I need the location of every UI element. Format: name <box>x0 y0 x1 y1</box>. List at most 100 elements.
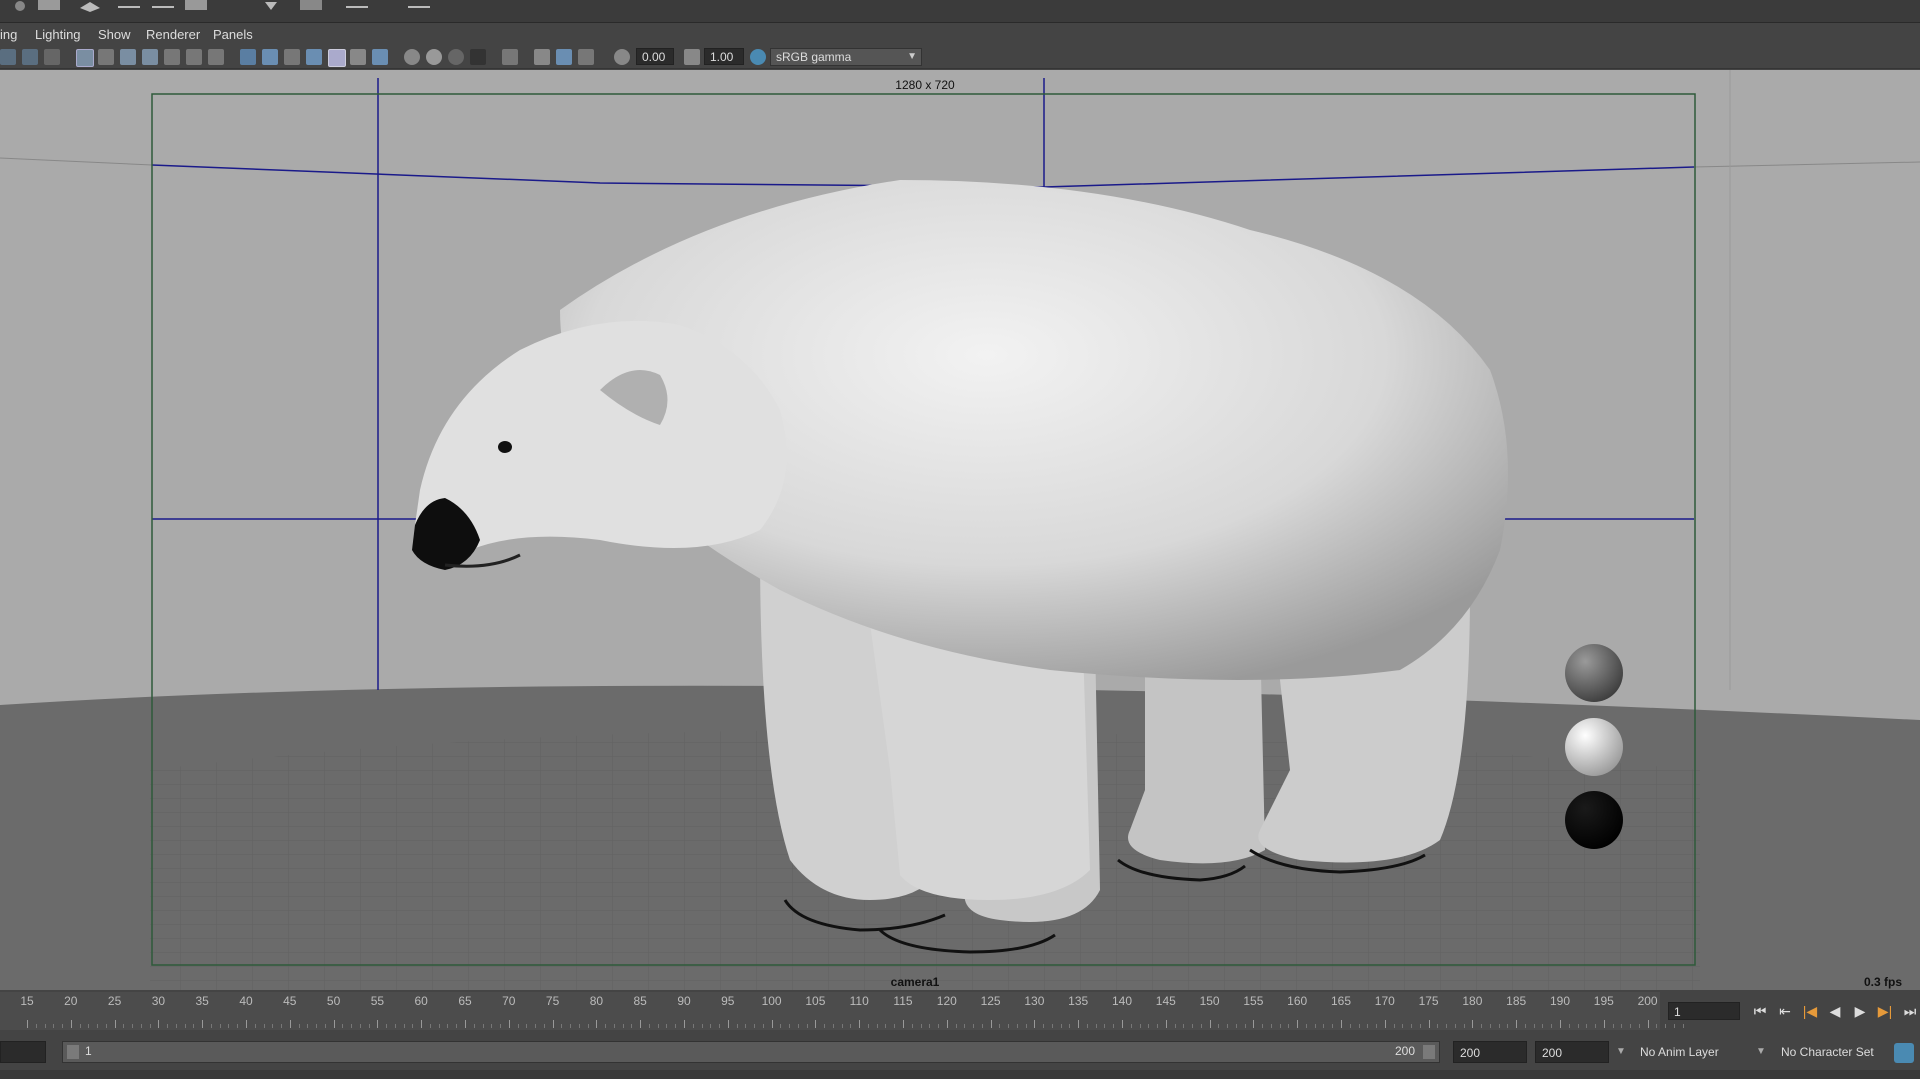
range-start-label: 1 <box>85 1044 92 1058</box>
shelf-plane-icon[interactable] <box>80 2 100 12</box>
exposure-field[interactable]: 0.00 <box>636 48 674 65</box>
time-tick <box>1262 1024 1264 1028</box>
time-tick <box>938 1024 940 1028</box>
view-transform-label: sRGB gamma <box>776 50 852 64</box>
bookmarks-icon[interactable] <box>44 49 60 65</box>
time-tick-label: 130 <box>1024 994 1045 1008</box>
range-start-handle[interactable] <box>67 1045 79 1059</box>
chevron-down-icon[interactable]: ▼ <box>1754 1041 1768 1063</box>
default-material-icon[interactable] <box>284 49 300 65</box>
time-tick <box>254 1024 256 1028</box>
time-tick <box>298 1024 300 1028</box>
time-tick <box>911 1024 913 1028</box>
film-gate-icon[interactable] <box>98 49 114 65</box>
time-tick <box>587 1024 589 1028</box>
wireframe-on-shaded-icon[interactable] <box>306 49 322 65</box>
menu-shading[interactable]: ing <box>0 27 17 42</box>
panel-menubar: ing Lighting Show Renderer Panels <box>0 24 1920 46</box>
shelf-cube-icon[interactable] <box>38 0 60 10</box>
menu-renderer[interactable]: Renderer <box>146 27 200 42</box>
wireframe-icon[interactable] <box>240 49 256 65</box>
time-tick <box>62 1024 64 1028</box>
time-tick <box>1419 1024 1421 1028</box>
time-tick <box>1183 1024 1185 1028</box>
gamma-field[interactable]: 1.00 <box>704 48 744 65</box>
viewport-panel[interactable]: 1280 x 720 camera1 0.3 fps <box>0 70 1920 990</box>
current-frame-field[interactable]: 1 <box>1668 1002 1740 1020</box>
safe-action-icon[interactable] <box>186 49 202 65</box>
menu-panels[interactable]: Panels <box>213 27 253 42</box>
shadows-icon[interactable] <box>372 49 388 65</box>
preferences-icon[interactable] <box>1894 1043 1914 1063</box>
xray-icon[interactable] <box>534 49 550 65</box>
textured-icon[interactable] <box>328 49 346 67</box>
field-chart-icon[interactable] <box>164 49 180 65</box>
time-tick <box>841 1024 843 1028</box>
time-tick <box>727 1020 729 1028</box>
shelf-line-icon[interactable] <box>152 6 174 8</box>
grid-icon[interactable] <box>76 49 94 67</box>
time-tick <box>202 1020 204 1028</box>
time-tick <box>1428 1020 1430 1028</box>
gate-mask-icon[interactable] <box>142 49 158 65</box>
safe-title-icon[interactable] <box>208 49 224 65</box>
time-tick <box>1253 1020 1255 1028</box>
shelf-deform-icon[interactable] <box>300 0 322 10</box>
xray-active-icon[interactable] <box>556 49 572 65</box>
isolate-select-icon[interactable] <box>502 49 518 65</box>
play-forwards-icon[interactable]: ▶ <box>1850 1001 1870 1021</box>
shelf-line-icon[interactable] <box>118 6 140 8</box>
anti-aliasing-icon[interactable] <box>448 49 464 65</box>
shelf-icons[interactable] <box>0 0 440 16</box>
time-tick <box>1043 1024 1045 1028</box>
step-forward-key-icon[interactable]: ▶| <box>1875 1001 1895 1021</box>
depth-of-field-icon[interactable] <box>470 49 486 65</box>
time-tick <box>964 1024 966 1028</box>
time-tick <box>719 1024 721 1028</box>
character-set-select[interactable]: No Character Set <box>1781 1041 1874 1063</box>
menu-lighting[interactable]: Lighting <box>35 27 81 42</box>
time-tick-label: 160 <box>1287 994 1308 1008</box>
go-to-start-icon[interactable]: ⏮ <box>1750 1001 1770 1021</box>
menu-show[interactable]: Show <box>98 27 131 42</box>
range-end-handle[interactable] <box>1423 1045 1435 1059</box>
time-tick <box>990 1020 992 1028</box>
shelf-sculpt-icon[interactable] <box>185 0 207 10</box>
go-to-end-icon[interactable]: ⏭ <box>1900 1001 1920 1021</box>
shelf-tool-icon[interactable] <box>15 1 25 11</box>
anim-layer-select[interactable]: No Anim Layer <box>1640 1041 1719 1063</box>
shelf-line-icon[interactable] <box>408 6 430 8</box>
chevron-down-icon[interactable]: ▼ <box>1614 1041 1628 1063</box>
color-management-icon[interactable] <box>750 49 766 65</box>
time-tick <box>1516 1020 1518 1028</box>
time-tick <box>1367 1024 1369 1028</box>
exposure-icon[interactable] <box>614 49 630 65</box>
step-back-key-icon[interactable]: |◀ <box>1800 1001 1820 1021</box>
use-all-lights-icon[interactable] <box>350 49 366 65</box>
animation-end-field[interactable]: 200 <box>1535 1041 1609 1063</box>
playback-end-field[interactable]: 200 <box>1453 1041 1527 1063</box>
time-tick <box>105 1024 107 1028</box>
animation-start-field[interactable] <box>0 1041 46 1063</box>
select-camera-icon[interactable] <box>0 49 16 65</box>
camera-attributes-icon[interactable] <box>22 49 38 65</box>
play-backwards-icon[interactable]: ◀ <box>1825 1001 1845 1021</box>
time-tick <box>456 1024 458 1028</box>
time-tick <box>386 1024 388 1028</box>
shelf-line-icon[interactable] <box>346 6 368 8</box>
range-slider[interactable]: 1 200 <box>62 1041 1440 1063</box>
xray-joints-icon[interactable] <box>578 49 594 65</box>
resolution-gate-icon[interactable] <box>120 49 136 65</box>
smooth-shade-icon[interactable] <box>262 49 278 65</box>
gamma-icon[interactable] <box>684 49 700 65</box>
time-tick <box>447 1024 449 1028</box>
screen-space-ao-icon[interactable] <box>404 49 420 65</box>
fps-readout: 0.3 fps <box>1863 975 1902 989</box>
view-transform-select[interactable]: sRGB gamma ▼ <box>770 48 922 66</box>
motion-blur-icon[interactable] <box>426 49 442 65</box>
step-back-frame-icon[interactable]: ⇤ <box>1775 1001 1795 1021</box>
time-ruler[interactable]: 15 20 25 30 35 40 45 50 55 60 65 70 75 80 85 90 95 100 105… <box>0 992 1684 1030</box>
time-tick <box>1200 1024 1202 1028</box>
time-tick <box>1060 1024 1062 1028</box>
shelf-funnel-icon[interactable] <box>265 2 277 10</box>
